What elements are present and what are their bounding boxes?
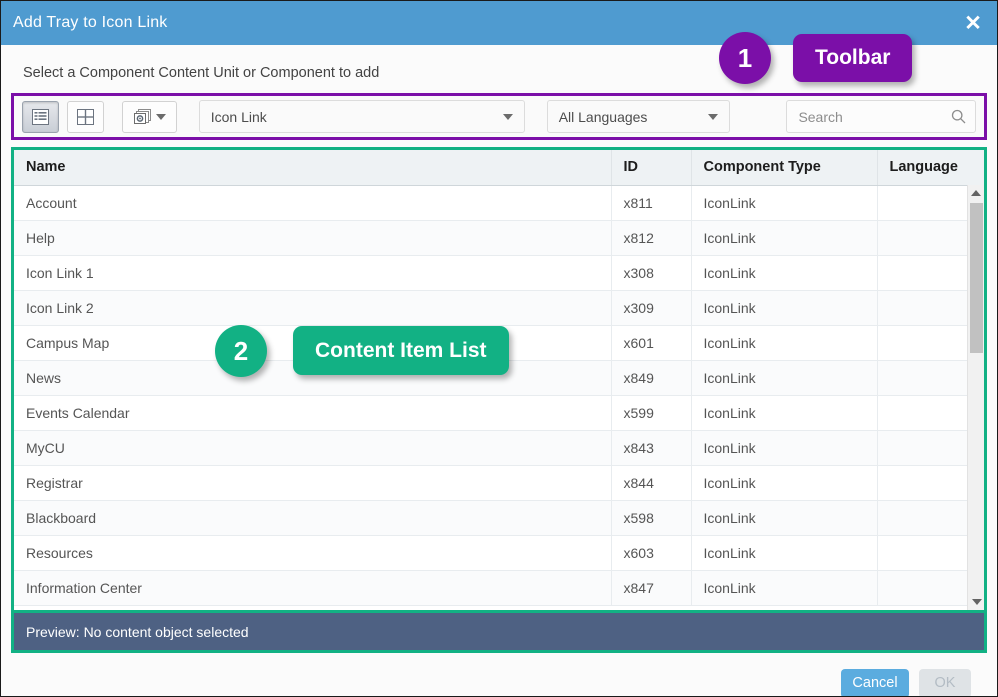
cell-name: Help <box>14 220 612 256</box>
add-tray-dialog: Add Tray to Icon Link ✕ Select a Compone… <box>0 0 998 697</box>
grid-view-glyph <box>77 108 95 125</box>
cell-name: Icon Link 2 <box>14 290 612 326</box>
chevron-down-icon <box>708 113 719 120</box>
ok-button: OK <box>919 668 971 696</box>
table-row[interactable]: Information Center x847 IconLink <box>14 570 984 606</box>
cell-component-type: IconLink <box>691 360 878 396</box>
table-row[interactable]: Icon Link 2 x309 IconLink <box>14 290 984 326</box>
cell-component-type: IconLink <box>691 430 878 466</box>
close-icon[interactable]: ✕ <box>949 1 997 45</box>
preview-status-bar: Preview: No content object selected <box>11 613 987 653</box>
list-view-icon[interactable] <box>22 100 60 133</box>
language-filter-select[interactable]: All Languages <box>546 100 731 133</box>
chevron-down-icon <box>155 113 166 120</box>
preview-status-text: Preview: No content object selected <box>26 623 249 640</box>
scroll-up-arrow-icon[interactable] <box>968 185 984 201</box>
dialog-footer: Cancel OK <box>1 653 997 696</box>
table-row[interactable]: Help x812 IconLink <box>14 220 984 256</box>
component-filter-select[interactable]: Icon Link <box>198 100 525 133</box>
table-body: Account x811 IconLink Help x812 IconLink Icon … <box>14 185 984 606</box>
list-vertical-scrollbar[interactable] <box>967 185 984 610</box>
cell-component-type: IconLink <box>691 535 878 571</box>
cell-component-type: IconLink <box>691 395 878 431</box>
column-header-type[interactable]: Component Type <box>691 150 878 186</box>
table-header-row: Name ID Component Type Language <box>14 150 984 186</box>
cell-component-type: IconLink <box>691 465 878 501</box>
cell-id: x598 <box>611 500 692 536</box>
cell-component-type: IconLink <box>691 220 878 256</box>
cell-id: x603 <box>611 535 692 571</box>
content-item-table: Name ID Component Type Language Account x… <box>14 150 984 606</box>
cell-component-type: IconLink <box>691 185 878 221</box>
table-row[interactable]: Resources x603 IconLink <box>14 535 984 571</box>
cell-id: x849 <box>611 360 692 396</box>
cell-id: x599 <box>611 395 692 431</box>
search-input[interactable]: Search <box>786 100 976 133</box>
column-header-id[interactable]: ID <box>611 150 692 186</box>
cell-name: Icon Link 1 <box>14 255 612 291</box>
table-row[interactable]: MyCU x843 IconLink <box>14 430 984 466</box>
component-settings-button[interactable] <box>122 100 177 133</box>
scroll-down-arrow-icon[interactable] <box>968 594 984 610</box>
cell-id: x308 <box>611 255 692 291</box>
cancel-button[interactable]: Cancel <box>841 668 909 696</box>
table-row[interactable]: Account x811 IconLink <box>14 185 984 221</box>
language-filter-value: All Languages <box>558 108 648 125</box>
table-row[interactable]: Blackboard x598 IconLink <box>14 500 984 536</box>
cell-name: Information Center <box>14 570 612 606</box>
cell-component-type: IconLink <box>691 500 878 536</box>
cell-name: Blackboard <box>14 500 612 536</box>
column-header-name[interactable]: Name <box>14 150 612 186</box>
search-placeholder: Search <box>798 108 843 125</box>
chevron-down-icon <box>502 113 513 120</box>
cell-name: Resources <box>14 535 612 571</box>
cell-component-type: IconLink <box>691 255 878 291</box>
cell-name: MyCU <box>14 430 612 466</box>
search-icon <box>951 109 966 124</box>
callout-label-toolbar: Toolbar <box>793 34 913 82</box>
grid-view-icon[interactable] <box>67 100 105 133</box>
scrollbar-thumb[interactable] <box>970 203 983 353</box>
cell-id: x309 <box>611 290 692 326</box>
callout-label-content-item-list: Content Item List <box>293 326 509 375</box>
cell-id: x843 <box>611 430 692 466</box>
component-filter-value: Icon Link <box>210 108 267 125</box>
dialog-title: Add Tray to Icon Link <box>13 14 168 31</box>
content-item-list: Name ID Component Type Language Account x… <box>11 147 987 613</box>
table-header: Name ID Component Type Language <box>14 150 984 186</box>
table-row[interactable]: Icon Link 1 x308 IconLink <box>14 255 984 291</box>
cell-id: x844 <box>611 465 692 501</box>
table-row[interactable]: Registrar x844 IconLink <box>14 465 984 501</box>
cell-id: x811 <box>611 185 692 221</box>
cell-id: x812 <box>611 220 692 256</box>
cell-component-type: IconLink <box>691 325 878 361</box>
cell-name: Account <box>14 185 612 221</box>
callout-badge-1: 1 <box>719 32 771 84</box>
component-settings-icon <box>133 108 151 124</box>
cell-component-type: IconLink <box>691 290 878 326</box>
table-row[interactable]: Events Calendar x599 IconLink <box>14 395 984 431</box>
list-view-glyph <box>32 108 50 125</box>
cell-id: x847 <box>611 570 692 606</box>
cell-id: x601 <box>611 325 692 361</box>
cell-component-type: IconLink <box>691 570 878 606</box>
toolbar: Icon Link All Languages Search <box>11 93 987 140</box>
cell-name: Events Calendar <box>14 395 612 431</box>
callout-badge-2: 2 <box>215 325 267 377</box>
column-header-language[interactable]: Language <box>877 150 984 186</box>
cell-name: Registrar <box>14 465 612 501</box>
